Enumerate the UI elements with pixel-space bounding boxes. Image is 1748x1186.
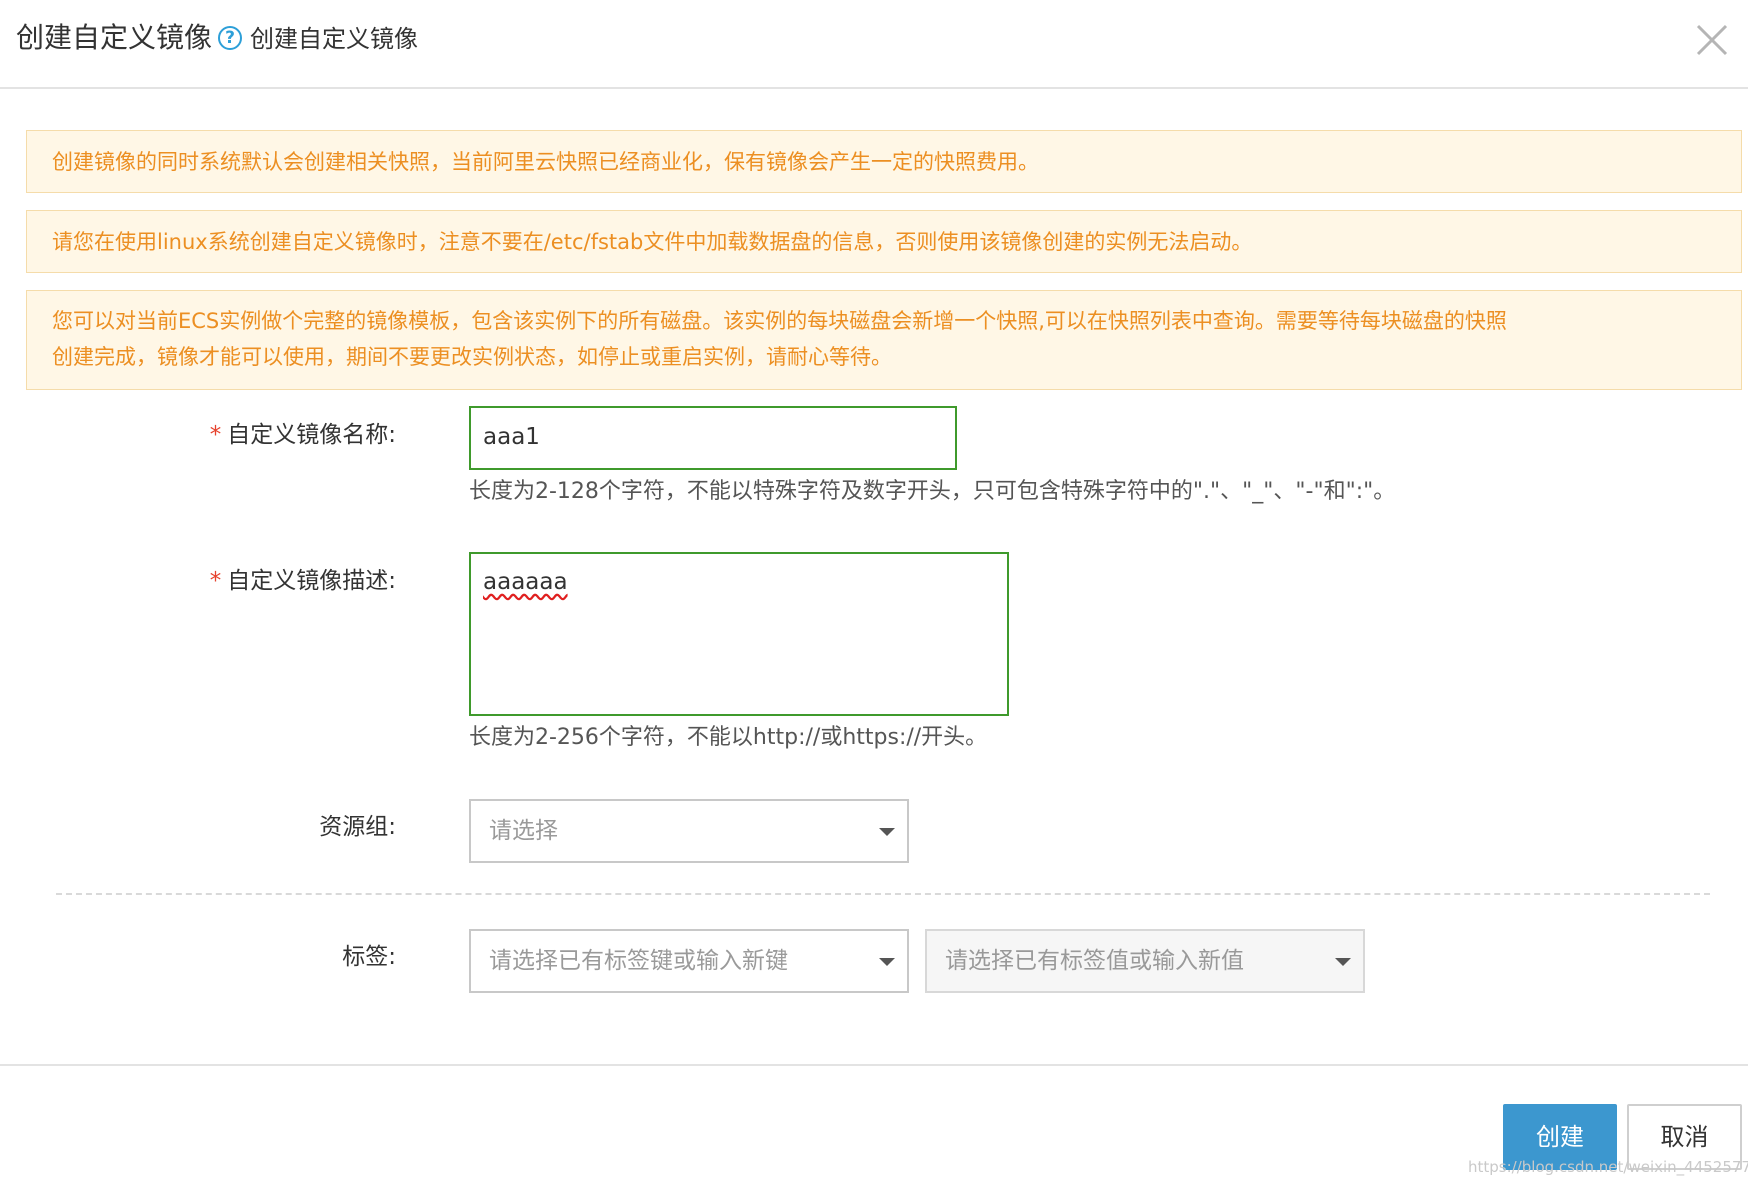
image-name-label: * 自定义镜像名称: [209, 422, 396, 448]
image-name-hint: 长度为2-128个字符，不能以特殊字符及数字开头，只可包含特殊字符中的"."、"… [469, 479, 1396, 504]
dashed-divider [56, 893, 1710, 895]
watermark: https://blog.csdn.net/weixin_44525772 [1468, 1158, 1748, 1176]
resource-group-label: 资源组: [319, 814, 396, 840]
caret-down-icon [879, 958, 895, 966]
resource-group-select[interactable]: 请选择 [469, 799, 909, 863]
notice-line: 请您在使用linux系统创建自定义镜像时，注意不要在/etc/fstab文件中加… [52, 230, 1253, 254]
image-name-value: aaa1 [483, 424, 540, 450]
tag-label: 标签: [342, 944, 396, 970]
close-icon[interactable] [1692, 20, 1732, 60]
image-name-input[interactable]: aaa1 [469, 406, 957, 470]
required-mark: * [209, 422, 222, 448]
tag-value-placeholder: 请选择已有标签值或输入新值 [945, 948, 1244, 974]
dialog-title: 创建自定义镜像 [16, 21, 213, 54]
footer-divider [0, 1064, 1748, 1066]
notice-snapshot-fee: 创建镜像的同时系统默认会创建相关快照，当前阿里云快照已经商业化，保有镜像会产生一… [26, 130, 1742, 193]
resource-group-placeholder: 请选择 [489, 818, 558, 844]
caret-down-icon [879, 828, 895, 836]
notice-line: 您可以对当前ECS实例做个完整的镜像模板，包含该实例下的所有磁盘。该实例的每块磁… [52, 309, 1507, 333]
image-desc-label: * 自定义镜像描述: [209, 568, 396, 594]
image-desc-hint: 长度为2-256个字符，不能以http://或https://开头。 [469, 725, 988, 750]
required-mark: * [209, 568, 222, 594]
notice-ecs-snapshot: 您可以对当前ECS实例做个完整的镜像模板，包含该实例下的所有磁盘。该实例的每块磁… [26, 290, 1742, 390]
tag-value-select[interactable]: 请选择已有标签值或输入新值 [925, 929, 1365, 993]
notice-line: 创建完成，镜像才能可以使用，期间不要更改实例状态，如停止或重启实例，请耐心等待。 [52, 345, 892, 369]
image-desc-value: aaaaaa [483, 569, 568, 595]
dialog-header: 创建自定义镜像 ? 创建自定义镜像 [0, 0, 1748, 89]
help-link[interactable]: 创建自定义镜像 [250, 23, 418, 55]
notice-linux-fstab: 请您在使用linux系统创建自定义镜像时，注意不要在/etc/fstab文件中加… [26, 210, 1742, 273]
tag-key-select[interactable]: 请选择已有标签键或输入新键 [469, 929, 909, 993]
caret-down-icon [1335, 958, 1351, 966]
notice-line: 创建镜像的同时系统默认会创建相关快照，当前阿里云快照已经商业化，保有镜像会产生一… [52, 150, 1039, 174]
image-desc-textarea[interactable]: aaaaaa [469, 552, 1009, 716]
tag-key-placeholder: 请选择已有标签键或输入新键 [489, 948, 788, 974]
question-circle-icon[interactable]: ? [218, 26, 242, 50]
